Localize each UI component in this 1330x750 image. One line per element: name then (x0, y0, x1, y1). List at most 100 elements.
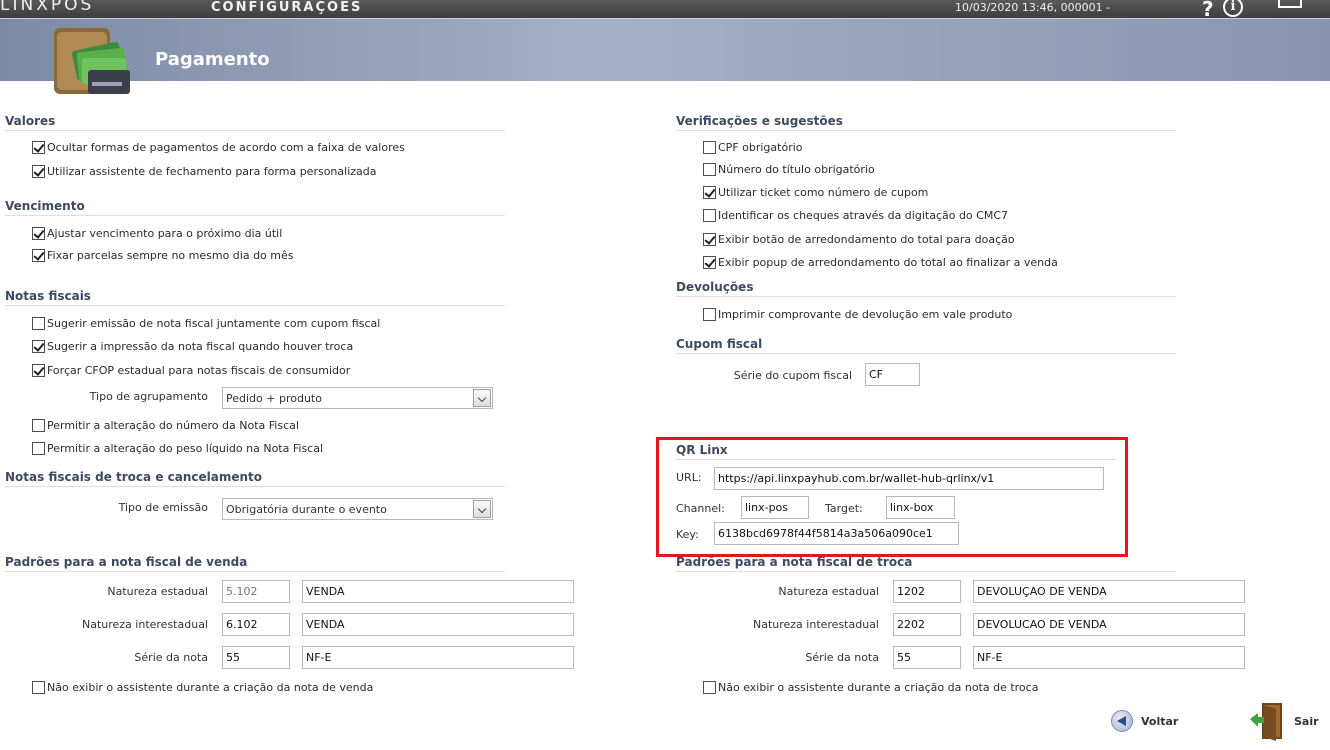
checkbox-numero-titulo[interactable]: Número do título obrigatório (703, 161, 875, 177)
top-bar: LINXPOS CONFIGURAÇÕES 10/03/2020 13:46, … (0, 0, 1330, 21)
checkbox-box[interactable] (703, 140, 716, 154)
serie-nota-troca-desc-input[interactable]: NF-E (973, 646, 1245, 669)
checkbox-cpf-obrigatorio[interactable]: CPF obrigatório (703, 139, 803, 155)
section-divider (5, 130, 505, 131)
page-title: Pagamento (155, 49, 270, 70)
checkbox-label: Exibir popup de arredondamento do total … (718, 255, 1058, 269)
checkbox-box[interactable] (32, 164, 45, 178)
checkbox-botao-arredondamento[interactable]: Exibir botão de arredondamento do total … (703, 231, 1015, 247)
checkbox-label: Utilizar ticket como número de cupom (718, 185, 929, 199)
serie-cupom-label: Série do cupom fiscal (733, 369, 852, 382)
checkbox-popup-arredondamento[interactable]: Exibir popup de arredondamento do total … (703, 254, 1058, 270)
url-input[interactable]: https://api.linxpayhub.com.br/wallet-hub… (714, 467, 1104, 490)
checkbox-ticket-cupom[interactable]: Utilizar ticket como número de cupom (703, 184, 928, 200)
checkbox-label: Ocultar formas de pagamentos de acordo c… (47, 140, 405, 154)
checkbox-nao-exibir-assistente-venda[interactable]: Não exibir o assistente durante a criaçã… (32, 679, 373, 695)
checkbox-cheques-cmc7[interactable]: Identificar os cheques através da digita… (703, 207, 1008, 223)
key-input[interactable]: 6138bcd6978f44f5814a3a506a090ce1 (714, 522, 959, 545)
back-arrow-icon (1111, 710, 1133, 732)
checkbox-nao-exibir-assistente-troca[interactable]: Não exibir o assistente durante a criaçã… (703, 679, 1038, 695)
checkbox-box[interactable] (703, 680, 716, 694)
checkbox-box[interactable] (32, 248, 45, 262)
checkbox-box[interactable] (32, 140, 45, 154)
checkbox-box[interactable] (703, 307, 716, 321)
serie-nota-troca-code-input[interactable]: 55 (893, 646, 961, 669)
target-input[interactable]: linx-box (886, 496, 955, 519)
url-label: URL: (676, 471, 702, 484)
checkbox-forcar-cfop[interactable]: Forçar CFOP estadual para notas fiscais … (32, 362, 350, 378)
natureza-interestadual-label: Natureza interestadual (81, 618, 208, 631)
checkbox-box[interactable] (32, 363, 45, 377)
checkbox-label: Não exibir o assistente durante a criaçã… (47, 680, 374, 694)
checkbox-box[interactable] (32, 418, 45, 432)
info-icon[interactable]: i (1223, 0, 1243, 17)
checkbox-box[interactable] (703, 162, 716, 176)
checkbox-box[interactable] (32, 226, 45, 240)
section-title-troca-cancelamento: Notas fiscais de troca e cancelamento (5, 470, 263, 484)
channel-input[interactable]: linx-pos (741, 496, 809, 519)
menu-icon[interactable] (1278, 0, 1302, 8)
checkbox-alterar-numero-nf[interactable]: Permitir a alteração do número da Nota F… (32, 417, 299, 433)
natureza-interestadual-troca-label: Natureza interestadual (752, 618, 879, 631)
serie-nota-code-input[interactable]: 55 (222, 646, 290, 669)
exit-button[interactable]: Sair (1250, 701, 1319, 741)
section-title-valores: Valores (5, 114, 56, 128)
checkbox-assistente-fechamento[interactable]: Utilizar assistente de fechamento para f… (32, 163, 377, 179)
section-divider (676, 296, 1176, 297)
checkbox-fixar-parcelas[interactable]: Fixar parcelas sempre no mesmo dia do mê… (32, 247, 294, 263)
checkbox-box[interactable] (703, 255, 716, 269)
select-value: Obrigatória durante o evento (226, 503, 387, 516)
checkbox-ajustar-vencimento[interactable]: Ajustar vencimento para o próximo dia út… (32, 225, 282, 241)
natureza-estadual-desc-input[interactable]: VENDA (302, 580, 574, 603)
checkbox-label: CPF obrigatório (718, 140, 803, 154)
section-divider (5, 305, 505, 306)
datetime-status: 10/03/2020 13:46, 000001 - (955, 1, 1111, 14)
checkbox-label: Não exibir o assistente durante a criaçã… (718, 680, 1039, 694)
tipo-emissao-select[interactable]: Obrigatória durante o evento (222, 498, 493, 520)
section-title-padroes-venda: Padrões para a nota fiscal de venda (5, 555, 248, 569)
checkbox-alterar-peso-nf[interactable]: Permitir a alteração do peso líquido na … (32, 440, 323, 456)
natureza-interestadual-troca-code-input[interactable]: 2202 (893, 613, 961, 636)
checkbox-box[interactable] (32, 680, 45, 694)
checkbox-box[interactable] (32, 339, 45, 353)
checkbox-box[interactable] (32, 316, 45, 330)
checkbox-sugerir-emissao[interactable]: Sugerir emissão de nota fiscal juntament… (32, 315, 380, 331)
natureza-estadual-label: Natureza estadual (107, 585, 208, 598)
section-title-qr-linx: QR Linx (676, 443, 728, 457)
checkbox-box[interactable] (703, 208, 716, 222)
checkbox-box[interactable] (703, 185, 716, 199)
natureza-estadual-code-input[interactable]: 5.102 (222, 580, 290, 603)
natureza-interestadual-desc-input[interactable]: VENDA (302, 613, 574, 636)
natureza-interestadual-troca-desc-input[interactable]: DEVOLUCAO DE VENDA (973, 613, 1245, 636)
section-title-verificacoes: Verificações e sugestões (676, 114, 843, 128)
chevron-down-icon[interactable] (473, 500, 491, 518)
section-divider (5, 571, 505, 572)
checkbox-box[interactable] (703, 232, 716, 246)
serie-nota-troca-label: Série da nota (805, 651, 879, 664)
section-divider (676, 130, 1176, 131)
target-label: Target: (825, 502, 863, 515)
section-title-devolucoes: Devoluções (676, 280, 754, 294)
checkbox-label: Número do título obrigatório (718, 162, 875, 176)
section-title-cupom-fiscal: Cupom fiscal (676, 337, 763, 351)
back-button-label: Voltar (1141, 714, 1179, 728)
chevron-down-icon[interactable] (473, 389, 491, 407)
serie-nota-label: Série da nota (134, 651, 208, 664)
natureza-interestadual-code-input[interactable]: 6.102 (222, 613, 290, 636)
serie-nota-desc-input[interactable]: NF-E (302, 646, 574, 669)
agrupamento-select[interactable]: Pedido + produto (222, 387, 493, 409)
checkbox-label: Identificar os cheques através da digita… (718, 208, 1009, 222)
checkbox-ocultar-formas[interactable]: Ocultar formas de pagamentos de acordo c… (32, 139, 405, 155)
checkbox-box[interactable] (32, 441, 45, 455)
section-divider (676, 459, 1116, 460)
checkbox-sugerir-impressao[interactable]: Sugerir a impressão da nota fiscal quand… (32, 338, 353, 354)
natureza-estadual-troca-desc-input[interactable]: DEVOLUÇAO DE VENDA (973, 580, 1245, 603)
back-button[interactable]: Voltar (1111, 710, 1178, 732)
channel-label: Channel: (676, 502, 725, 515)
section-divider (5, 215, 505, 216)
natureza-estadual-troca-code-input[interactable]: 1202 (893, 580, 961, 603)
checkbox-label: Permitir a alteração do número da Nota F… (47, 418, 299, 432)
section-divider (676, 353, 1176, 354)
serie-cupom-input[interactable]: CF (865, 363, 920, 386)
checkbox-comprovante-devolucao[interactable]: Imprimir comprovante de devolução em val… (703, 306, 1012, 322)
